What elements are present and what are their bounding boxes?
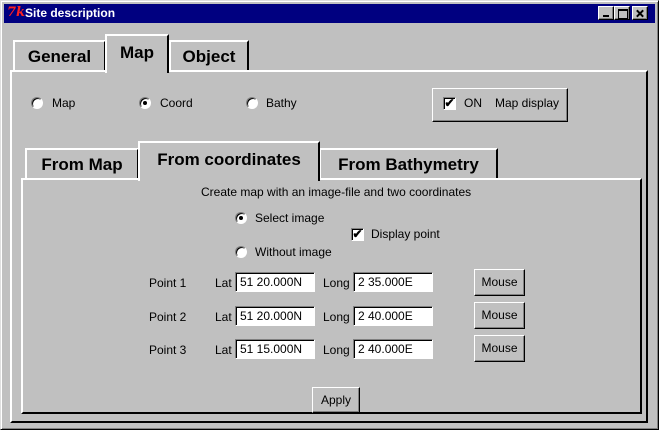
tab-general-label: General [27,47,92,66]
tab-from-coordinates-label: From coordinates [157,150,301,169]
on-label: ON [464,96,482,110]
point-2-lat-input[interactable]: 51 20.000N [235,306,315,326]
point-1-lat-input[interactable]: 51 20.000N [235,272,315,292]
map-mode-label: Map [52,96,76,110]
point-3-long-label: Long [323,343,350,357]
point-3-lat-input[interactable]: 51 15.000N [235,339,315,359]
site-description-window: 7k Site description General Object Map M… [0,0,659,430]
point-2-long-label: Long [323,310,350,324]
maximize-button[interactable] [614,6,630,20]
minimize-button[interactable] [598,6,614,20]
point-2-long-input[interactable]: 2 40.000E [353,306,433,326]
tab-object[interactable]: Object [169,40,249,72]
tk-icon: 7k [7,5,26,20]
point-3-mouse-button[interactable]: Mouse [474,335,525,362]
point-1-label: Point 1 [149,276,187,290]
tab-from-map[interactable]: From Map [25,148,139,180]
from-coordinates-panel [21,178,642,414]
tab-map[interactable]: Map [105,34,169,73]
point-2-mouse-button[interactable]: Mouse [474,302,525,329]
without-image-radio[interactable] [235,246,247,258]
coordinates-description: Create map with an image-file and two co… [201,185,472,199]
tab-from-map-label: From Map [41,155,123,174]
select-image-radio[interactable] [235,212,247,224]
map-display-label: Map display [495,96,560,110]
bathy-mode-radio[interactable] [246,97,258,109]
tab-map-label: Map [120,43,154,62]
close-button[interactable] [632,6,648,20]
tab-from-bathymetry[interactable]: From Bathymetry [319,148,498,180]
tab-from-bathymetry-label: From Bathymetry [338,155,479,174]
point-1-long-input[interactable]: 2 35.000E [353,272,433,292]
point-3-label: Point 3 [149,343,187,357]
apply-button[interactable]: Apply [312,387,360,413]
display-point-checkbox[interactable]: ✔ [351,228,364,241]
display-point-label: Display point [371,227,440,241]
without-image-label: Without image [255,245,332,259]
coord-mode-label: Coord [160,96,193,110]
map-display-checkbox[interactable]: ✔ [443,97,456,110]
bathy-mode-label: Bathy [266,96,297,110]
point-3-long-input[interactable]: 2 40.000E [353,339,433,359]
coord-mode-radio[interactable] [139,97,151,109]
point-3-lat-label: Lat [215,343,232,357]
point-1-long-label: Long [323,276,350,290]
tab-from-coordinates[interactable]: From coordinates [138,141,320,181]
point-1-mouse-button[interactable]: Mouse [474,269,525,296]
map-mode-radio[interactable] [31,97,43,109]
tab-object-label: Object [182,47,236,66]
point-2-lat-label: Lat [215,310,232,324]
tab-general[interactable]: General [13,40,106,72]
window-title: Site description [25,6,116,20]
select-image-label: Select image [255,211,325,225]
point-1-lat-label: Lat [215,276,232,290]
title-bar[interactable]: 7k Site description [4,4,655,23]
point-2-label: Point 2 [149,310,187,324]
